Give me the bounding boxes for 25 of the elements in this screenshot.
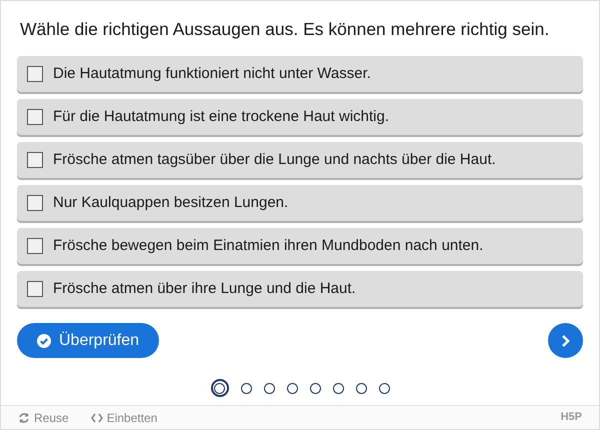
checkbox[interactable] [27,109,43,126]
answer-option[interactable]: Für die Hautatmung ist eine trockene Haut wichtig. [17,99,583,136]
option-text: Die Hautatmung funktioniert nicht unter Wasser. [53,64,371,84]
checkbox[interactable] [27,238,43,254]
question-text: Wähle die richtigen Aussaugen aus. Es können mehrere richtig sein. [20,18,550,41]
checkbox[interactable] [27,195,43,212]
code-icon [90,412,103,422]
option-text: Nur Kaulquappen besitzen Lungen. [53,193,288,213]
chevron-right-icon [560,334,570,348]
checkbox[interactable] [27,152,43,168]
option-text: Frösche atmen über ihre Lunge und die Haut. [53,279,356,299]
checkbox[interactable] [27,281,43,298]
answer-option[interactable]: Frösche bewegen beim Einatmien ihren Mundboden nach unten. [17,228,583,264]
answer-option[interactable]: Die Hautatmung funktioniert nicht unter Wasser. [17,56,583,92]
option-text: Frösche bewegen beim Einatmien ihren Mundboden nach unten. [53,236,484,256]
check-button[interactable]: Überprüfen [17,323,160,358]
next-button[interactable] [548,323,583,358]
option-text: Für die Hautatmung ist eine trockene Haut wichtig. [53,107,389,127]
option-text: Frösche atmen tagsüber über die Lunge und nachts über die Haut. [53,150,496,170]
checkbox[interactable] [27,66,43,82]
answer-option[interactable]: Frösche atmen tagsüber über die Lunge und nachts über die Haut. [17,142,583,178]
answer-option[interactable]: Frösche atmen über ihre Lunge und die Haut. [17,271,583,308]
check-circle-icon [37,334,51,348]
refresh-icon [18,412,30,424]
answer-option[interactable]: Nur Kaulquappen besitzen Lungen. [17,185,583,222]
